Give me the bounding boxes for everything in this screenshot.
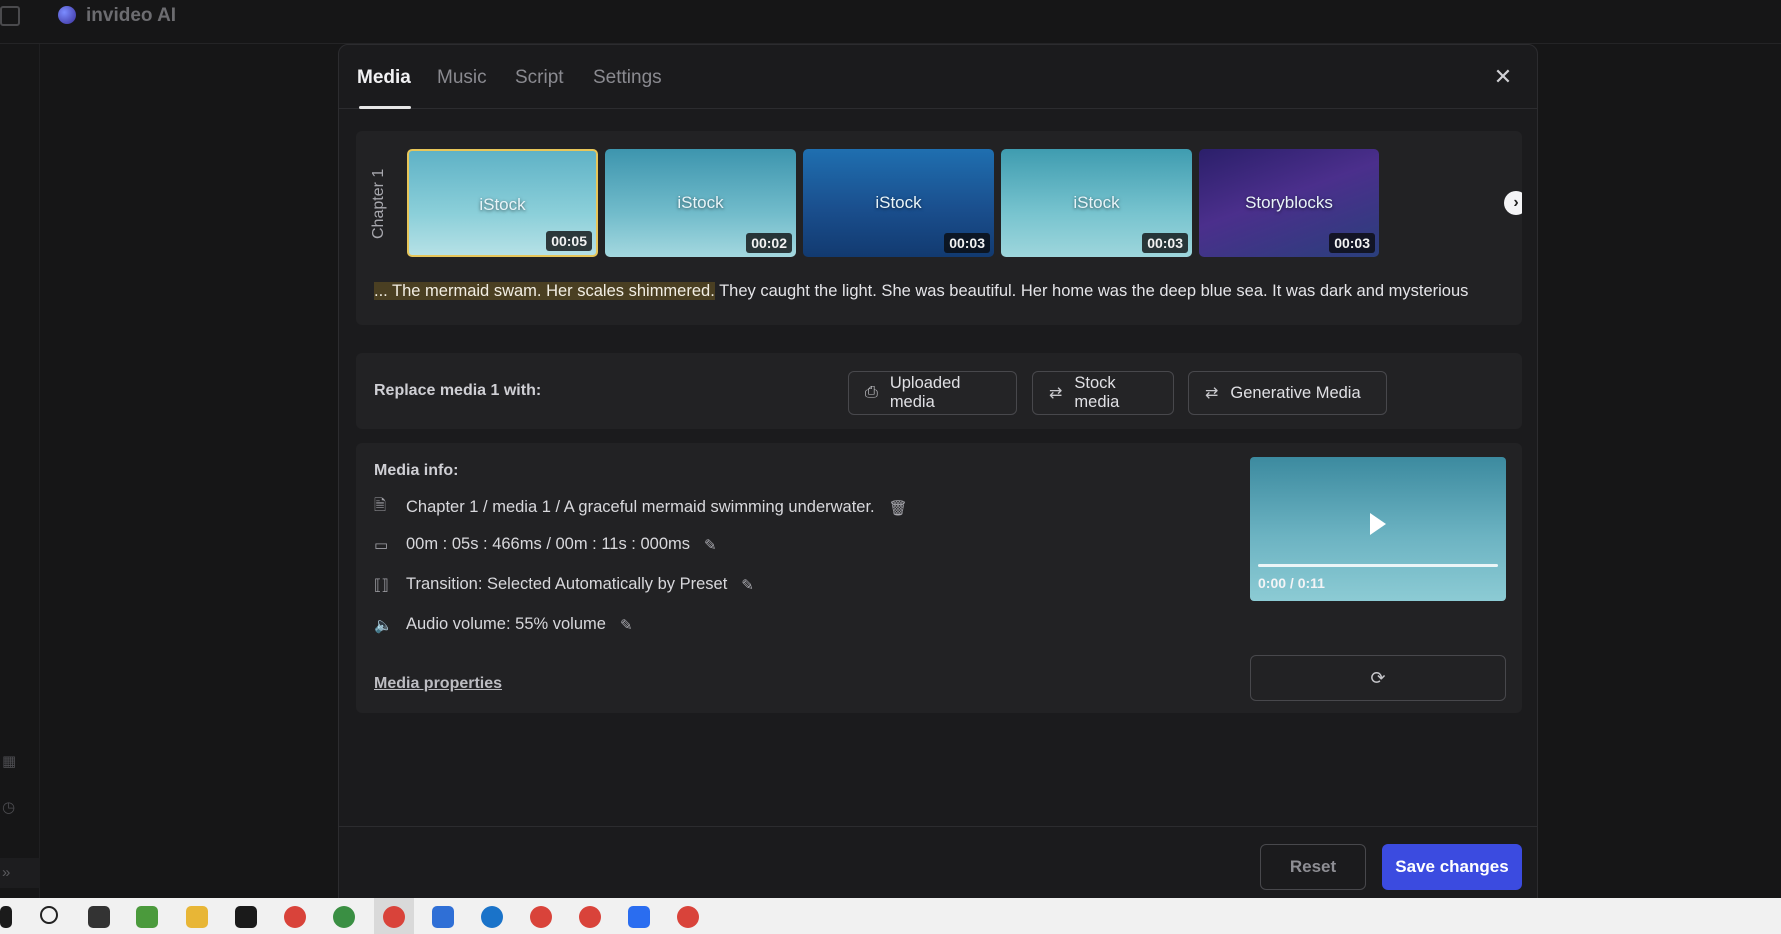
transition-text: Transition: Selected Automatically by Pr… — [406, 575, 728, 593]
os-taskbar — [0, 898, 1781, 934]
thumbnail-source: iStock — [875, 193, 922, 212]
thumbnail-duration: 00:03 — [1329, 233, 1375, 253]
start-icon[interactable] — [0, 906, 12, 928]
thumbnail-duration: 00:03 — [944, 233, 990, 253]
media-timing: 00m : 05s : 466ms / 00m : 11s : 000ms — [406, 535, 690, 553]
invideo-logo-icon — [58, 6, 76, 24]
edit-pencil-icon[interactable]: ✎ — [704, 536, 717, 554]
search-icon[interactable] — [40, 906, 58, 924]
brand-name: invideo AI — [86, 5, 177, 26]
stock-media-button[interactable]: ⇄ Stock media — [1032, 371, 1174, 415]
save-changes-button[interactable]: Save changes — [1382, 844, 1522, 890]
modal-footer: Reset Save changes — [339, 826, 1537, 908]
thumbnail-duration: 00:03 — [1142, 233, 1188, 253]
zalo-icon[interactable] — [628, 906, 650, 928]
audio-volume-text: Audio volume: 55% volume — [406, 615, 606, 633]
top-bar: invideo AI — [0, 0, 1781, 44]
media-info-panel: Media info: 🗎 Chapter 1 / media 1 / A gr… — [356, 443, 1522, 713]
replace-media-label: Replace media 1 with: — [374, 382, 542, 399]
grid-icon[interactable]: ▦ — [2, 754, 18, 770]
media-timing-row: ▭ 00m : 05s : 466ms / 00m : 11s : 000ms … — [374, 535, 717, 554]
media-thumbnail-3[interactable]: iStock 00:03 — [803, 149, 994, 257]
transition-icon: ⟦⟧ — [374, 576, 389, 594]
progress-bar[interactable] — [1258, 564, 1498, 567]
chrome-icon[interactable] — [284, 906, 306, 928]
preview-time: 0:00 / 0:11 — [1258, 575, 1325, 591]
edge-icon[interactable] — [481, 906, 503, 928]
chrome-icon[interactable] — [383, 906, 405, 928]
document-icon: 🗎 — [374, 497, 387, 514]
ruler-icon: ▭ — [374, 536, 389, 554]
uploaded-media-label: Uploaded media — [889, 374, 961, 411]
script-highlight: ... The mermaid swam. Her scales shimmer… — [374, 282, 715, 300]
capcut-icon[interactable] — [235, 906, 257, 928]
chapter-script-text: ... The mermaid swam. Her scales shimmer… — [374, 282, 1504, 301]
chrome-icon[interactable] — [579, 906, 601, 928]
close-icon[interactable]: ✕ — [1491, 65, 1515, 89]
uploaded-media-button[interactable]: ⎙ Uploaded media — [848, 371, 1017, 415]
generative-media-button[interactable]: ⇄ Generative Media — [1188, 371, 1387, 415]
media-thumbnail-5[interactable]: Storyblocks 00:03 — [1199, 149, 1379, 257]
chrome-icon[interactable] — [530, 906, 552, 928]
task-view-icon[interactable] — [88, 906, 110, 928]
thumbnail-duration: 00:05 — [546, 231, 592, 251]
reset-button[interactable]: Reset — [1260, 844, 1366, 890]
speaker-icon: 🔈 — [374, 616, 393, 634]
script-rest: They caught the light. She was beautiful… — [714, 282, 1469, 300]
stock-media-label: Stock media — [1074, 374, 1120, 411]
audio-volume-row: 🔈 Audio volume: 55% volume ✎ — [374, 615, 633, 634]
tab-settings[interactable]: Settings — [593, 67, 662, 89]
app-icon[interactable] — [432, 906, 454, 928]
app-window: invideo AI ▦ ◷ » Media Music Script Sett… — [0, 0, 1781, 908]
media-thumbnail-4[interactable]: iStock 00:03 — [1001, 149, 1192, 257]
edit-pencil-icon[interactable]: ✎ — [620, 616, 633, 634]
upload-file-icon: ⎙ — [865, 384, 878, 401]
chrome-icon[interactable] — [677, 906, 699, 928]
left-rail: ▦ ◷ — [0, 44, 40, 898]
media-preview-player[interactable]: 0:00 / 0:11 — [1250, 457, 1506, 601]
media-edit-modal: Media Music Script Settings ✕ Chapter 1 … — [338, 44, 1538, 908]
chevron-right-icon[interactable]: › — [1504, 191, 1522, 215]
tab-media[interactable]: Media — [357, 67, 411, 89]
chapter-label: Chapter 1 — [370, 168, 387, 239]
play-icon[interactable] — [1370, 513, 1386, 535]
replace-media-panel: Replace media 1 with: ⎙ Uploaded media ⇄… — [356, 353, 1522, 429]
expand-rail-icon[interactable]: » — [0, 858, 40, 888]
media-properties-link[interactable]: Media properties — [374, 675, 502, 693]
sidebar-toggle-icon[interactable] — [0, 6, 20, 26]
swap-media-icon: ⇄ — [1205, 385, 1219, 402]
refresh-icon: ⟳ — [1370, 668, 1386, 688]
active-tab-indicator — [359, 106, 411, 109]
history-icon[interactable]: ◷ — [2, 800, 18, 816]
tab-music[interactable]: Music — [437, 67, 487, 89]
generative-media-label: Generative Media — [1230, 383, 1361, 402]
chapter-panel: Chapter 1 iStock 00:05 iStock 00:02 iSto… — [356, 131, 1522, 325]
transition-row: ⟦⟧ Transition: Selected Automatically by… — [374, 575, 754, 594]
tab-bar: Media Music Script Settings ✕ — [339, 45, 1537, 109]
thumbnail-source: iStock — [1073, 193, 1120, 212]
refresh-button[interactable]: ⟳ — [1250, 655, 1506, 701]
swap-media-icon: ⇄ — [1049, 385, 1063, 402]
media-thumbnail-1[interactable]: iStock 00:05 — [407, 149, 598, 257]
chrome-icon[interactable] — [333, 906, 355, 928]
media-description-row: 🗎 Chapter 1 / media 1 / A graceful merma… — [374, 495, 908, 520]
media-description: Chapter 1 / media 1 / A graceful mermaid… — [406, 498, 875, 516]
thumbnail-source: iStock — [479, 195, 526, 214]
trash-icon[interactable]: 🗑 — [889, 499, 908, 517]
edit-pencil-icon[interactable]: ✎ — [741, 576, 754, 594]
thumbnail-source: Storyblocks — [1245, 193, 1333, 212]
app-icon[interactable] — [136, 906, 158, 928]
media-thumbnail-2[interactable]: iStock 00:02 — [605, 149, 796, 257]
thumbnail-duration: 00:02 — [746, 233, 792, 253]
media-info-title: Media info: — [374, 462, 459, 479]
tab-script[interactable]: Script — [515, 67, 564, 89]
folder-icon[interactable] — [186, 906, 208, 928]
thumbnail-source: iStock — [677, 193, 724, 212]
